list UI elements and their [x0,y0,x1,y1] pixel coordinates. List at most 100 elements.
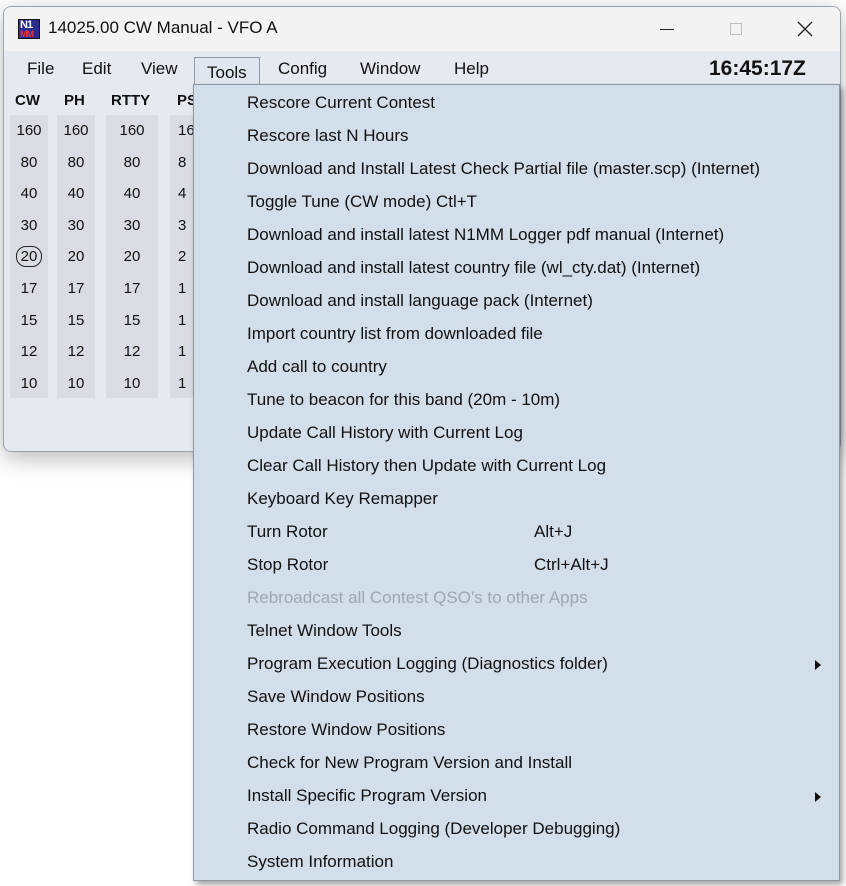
band-label: 12 [20,343,38,361]
menu-item-shortcut: Alt+J [534,522,573,541]
menu-item-label: Rescore last N Hours [247,126,409,145]
menu-item-check-for-new-program-version-and-install[interactable]: Check for New Program Version and Instal… [194,746,839,779]
band-button-cw-15[interactable]: 15 [10,312,48,329]
band-button-ph-160[interactable]: 160 [57,122,95,139]
menu-item-tune-to-beacon-for-this-band-20m-10m[interactable]: Tune to beacon for this band (20m - 10m) [194,383,839,416]
title-bar[interactable]: N1 MM 14025.00 CW Manual - VFO A [4,7,840,51]
menu-item-keyboard-key-remapper[interactable]: Keyboard Key Remapper [194,482,839,515]
band-button-ph-20[interactable]: 20 [57,248,95,265]
mode-header-ph: PH [64,92,85,109]
menu-item-label: Rebroadcast all Contest QSO's to other A… [247,588,588,607]
band-button-ph-15[interactable]: 15 [57,312,95,329]
minimize-button[interactable] [644,7,690,51]
band-button-rtty-15[interactable]: 15 [106,312,158,329]
menu-item-system-information[interactable]: System Information [194,845,839,878]
band-label: 30 [20,216,38,234]
band-label: 1 [178,311,187,329]
band-label: 17 [20,280,38,297]
logo-bottom-text: MM [20,29,34,39]
band-button-ph-30[interactable]: 30 [57,217,95,234]
band-button-cw-160[interactable]: 160 [10,122,48,139]
maximize-button[interactable] [713,7,759,51]
menu-tools[interactable]: Tools [194,57,260,87]
band-label: 1 [178,280,187,297]
band-button-rtty-10[interactable]: 10 [106,375,158,392]
band-label: 15 [67,311,85,329]
band-label: 30 [123,216,141,234]
band-label: 30 [67,216,85,234]
band-button-cw-17[interactable]: 17 [10,280,48,297]
window-title: 14025.00 CW Manual - VFO A [48,18,278,37]
band-label: 2 [178,248,187,266]
menu-item-label: Download and install language pack (Inte… [247,291,593,310]
band-button-ph-80[interactable]: 80 [57,154,95,171]
menu-help[interactable]: Help [454,59,489,79]
menu-item-label: Import country list from downloaded file [247,324,543,343]
band-button-ph-12[interactable]: 12 [57,343,95,360]
menu-item-program-execution-logging-diagnostics-folder[interactable]: Program Execution Logging (Diagnostics f… [194,647,839,680]
menu-item-label: Radio Command Logging (Developer Debuggi… [247,819,621,838]
band-button-rtty-17[interactable]: 17 [106,280,158,297]
menu-item-add-call-to-country[interactable]: Add call to country [194,350,839,383]
submenu-arrow-icon [815,792,821,802]
menu-item-label: Install Specific Program Version [247,786,487,805]
menu-file[interactable]: File [27,59,54,79]
band-button-rtty-80[interactable]: 80 [106,154,158,171]
menu-item-telnet-window-tools[interactable]: Telnet Window Tools [194,614,839,647]
band-button-cw-80[interactable]: 80 [10,154,48,171]
menu-window[interactable]: Window [360,59,420,79]
menu-item-label: System Information [247,852,394,871]
menu-item-label: Clear Call History then Update with Curr… [247,456,607,475]
band-button-cw-20[interactable]: 20 [10,246,48,268]
menu-item-download-and-install-latest-check-partial-file-master-scp-internet[interactable]: Download and Install Latest Check Partia… [194,152,839,185]
menu-item-restore-window-positions[interactable]: Restore Window Positions [194,713,839,746]
band-label: 80 [20,153,38,171]
band-button-cw-30[interactable]: 30 [10,217,48,234]
band-button-ph-17[interactable]: 17 [57,280,95,297]
band-label: 160 [119,122,145,139]
menu-item-stop-rotor[interactable]: Stop Rotor Ctrl+Alt+J [194,548,839,581]
menu-item-shortcut: Ctrl+Alt+J [534,555,609,574]
band-button-cw-12[interactable]: 12 [10,343,48,360]
menu-view[interactable]: View [141,59,178,79]
menu-item-toggle-tune-cw-mode-ctl-t[interactable]: Toggle Tune (CW mode) Ctl+T [194,185,839,218]
band-column-rtty: 160 80 40 30 20 17 15 12 10 [106,115,158,398]
band-label: 10 [20,374,38,392]
band-button-cw-40[interactable]: 40 [10,185,48,202]
band-button-rtty-40[interactable]: 40 [106,185,158,202]
menu-item-label: Toggle Tune (CW mode) Ctl+T [247,192,478,211]
menu-item-import-country-list-from-downloaded-file[interactable]: Import country list from downloaded file [194,317,839,350]
menu-item-rescore-last-n-hours[interactable]: Rescore last N Hours [194,119,839,152]
band-label: 80 [123,153,141,171]
band-button-cw-10[interactable]: 10 [10,375,48,392]
band-label: 20 [15,246,43,268]
close-button[interactable] [782,7,828,51]
menu-item-download-and-install-latest-n1mm-logger-pdf-manual-internet[interactable]: Download and install latest N1MM Logger … [194,218,839,251]
menu-item-download-and-install-latest-country-file-wl-cty-dat-internet[interactable]: Download and install latest country file… [194,251,839,284]
menu-item-save-window-positions[interactable]: Save Window Positions [194,680,839,713]
mode-header-cw: CW [15,92,40,109]
menu-item-turn-rotor[interactable]: Turn Rotor Alt+J [194,515,839,548]
menu-item-radio-command-logging-developer-debugging[interactable]: Radio Command Logging (Developer Debuggi… [194,812,839,845]
band-button-rtty-12[interactable]: 12 [106,343,158,360]
menu-edit[interactable]: Edit [82,59,111,79]
band-label: 80 [67,153,85,171]
menu-item-clear-call-history-then-update-with-current-log[interactable]: Clear Call History then Update with Curr… [194,449,839,482]
band-button-rtty-160[interactable]: 160 [106,122,158,139]
band-button-ph-40[interactable]: 40 [57,185,95,202]
menu-item-update-call-history-with-current-log[interactable]: Update Call History with Current Log [194,416,839,449]
band-button-ph-10[interactable]: 10 [57,375,95,392]
band-label: 10 [67,374,85,392]
menu-item-label: Update Call History with Current Log [247,423,523,442]
band-button-rtty-30[interactable]: 30 [106,217,158,234]
menu-item-label: Download and install latest country file… [247,258,701,277]
band-label: 17 [123,280,141,297]
band-button-rtty-20[interactable]: 20 [106,248,158,265]
band-label: 40 [67,185,85,203]
menu-config[interactable]: Config [278,59,327,79]
menu-item-download-and-install-language-pack-internet[interactable]: Download and install language pack (Inte… [194,284,839,317]
menu-item-rescore-current-contest[interactable]: Rescore Current Contest [194,86,839,119]
band-label: 20 [67,248,85,266]
menu-item-install-specific-program-version[interactable]: Install Specific Program Version [194,779,839,812]
menu-item-label: Keyboard Key Remapper [247,489,438,508]
